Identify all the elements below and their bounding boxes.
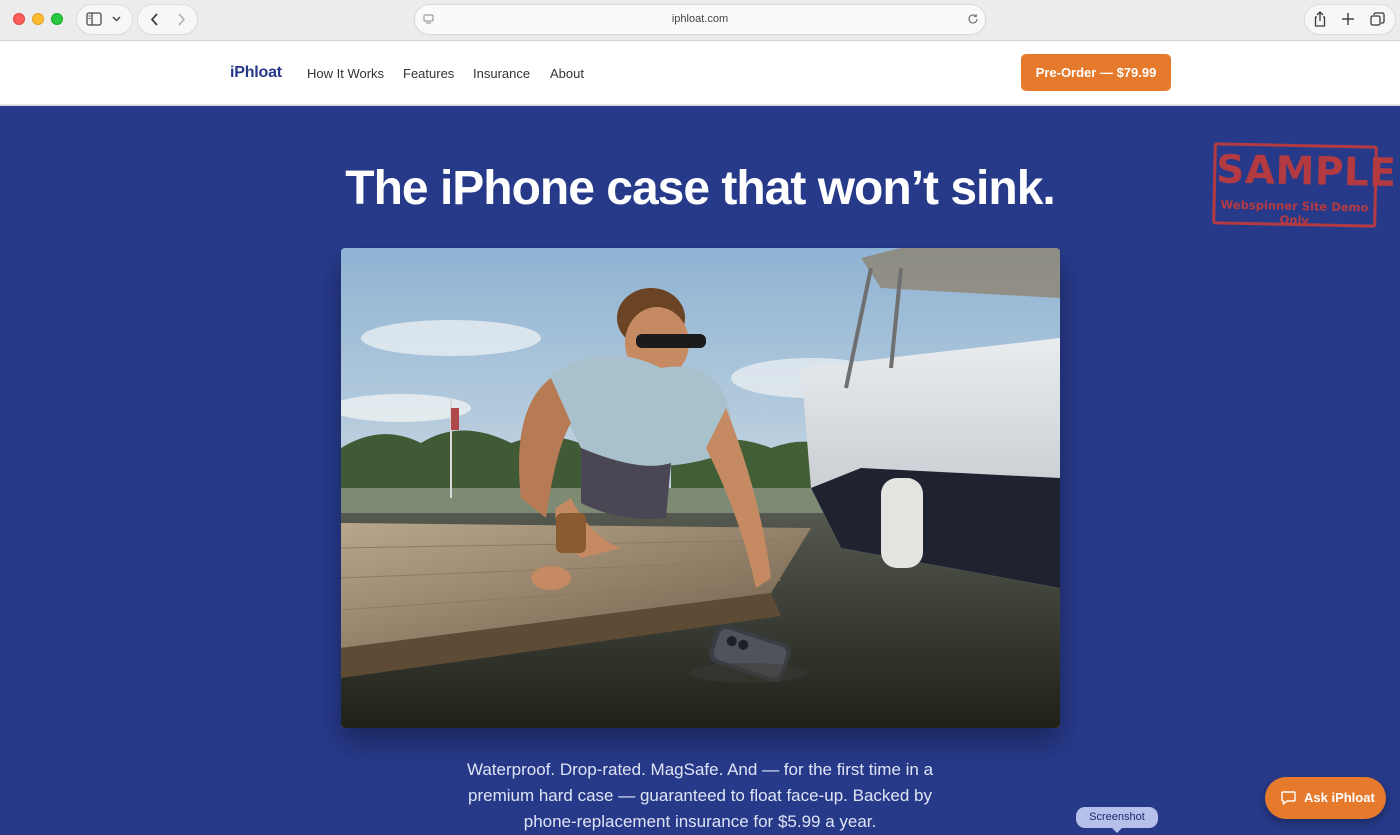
reload-icon[interactable]	[967, 13, 979, 25]
zoom-window-button[interactable]	[51, 13, 63, 25]
share-icon[interactable]	[1314, 11, 1326, 27]
hero-section: The iPhone case that won’t sink. SAMPLE …	[0, 106, 1400, 835]
plus-icon[interactable]	[1342, 13, 1354, 25]
nav-link-how-it-works[interactable]: How It Works	[307, 66, 384, 81]
pre-order-button[interactable]: Pre-Order — $79.99	[1021, 54, 1171, 91]
ask-iphloat-chat-button[interactable]: Ask iPhloat	[1265, 777, 1386, 819]
stamp-title: SAMPLE	[1215, 147, 1397, 197]
browser-toolbar: iphloat.com	[0, 0, 1400, 41]
history-nav	[138, 5, 197, 34]
nav-link-features[interactable]: Features	[403, 66, 454, 81]
tabs-icon[interactable]	[1370, 12, 1385, 26]
site-header: iPhloat How It Works Features Insurance …	[0, 41, 1400, 105]
hero-photo	[341, 248, 1060, 728]
chevron-down-icon[interactable]	[112, 16, 121, 22]
screenshot-tooltip: Screenshot	[1076, 807, 1158, 833]
hero-headline: The iPhone case that won’t sink.	[345, 162, 1055, 215]
stamp-caption: Webspinner Site Demo Only	[1220, 197, 1369, 228]
hero-subcopy: Waterproof. Drop-rated. MagSafe. And — f…	[466, 760, 934, 831]
site-logo[interactable]: iPhloat	[230, 64, 282, 82]
url-text: iphloat.com	[671, 13, 729, 25]
back-icon[interactable]	[150, 13, 159, 26]
hero-photo-illustration	[341, 248, 1060, 728]
toolbar-actions	[1305, 5, 1395, 34]
address-bar[interactable]: iphloat.com	[415, 5, 985, 34]
chat-icon	[1281, 791, 1296, 805]
nav-link-about[interactable]: About	[550, 66, 584, 81]
chat-button-label: Ask iPhloat	[1304, 790, 1375, 805]
sidebar-toggle[interactable]	[77, 5, 132, 34]
sidebar-icon	[86, 12, 102, 26]
sample-stamp: SAMPLE Webspinner Site Demo Only	[1212, 142, 1397, 228]
forward-icon[interactable]	[177, 13, 186, 26]
nav-link-insurance[interactable]: Insurance	[473, 66, 530, 81]
minimize-window-button[interactable]	[32, 13, 44, 25]
close-window-button[interactable]	[13, 13, 25, 25]
